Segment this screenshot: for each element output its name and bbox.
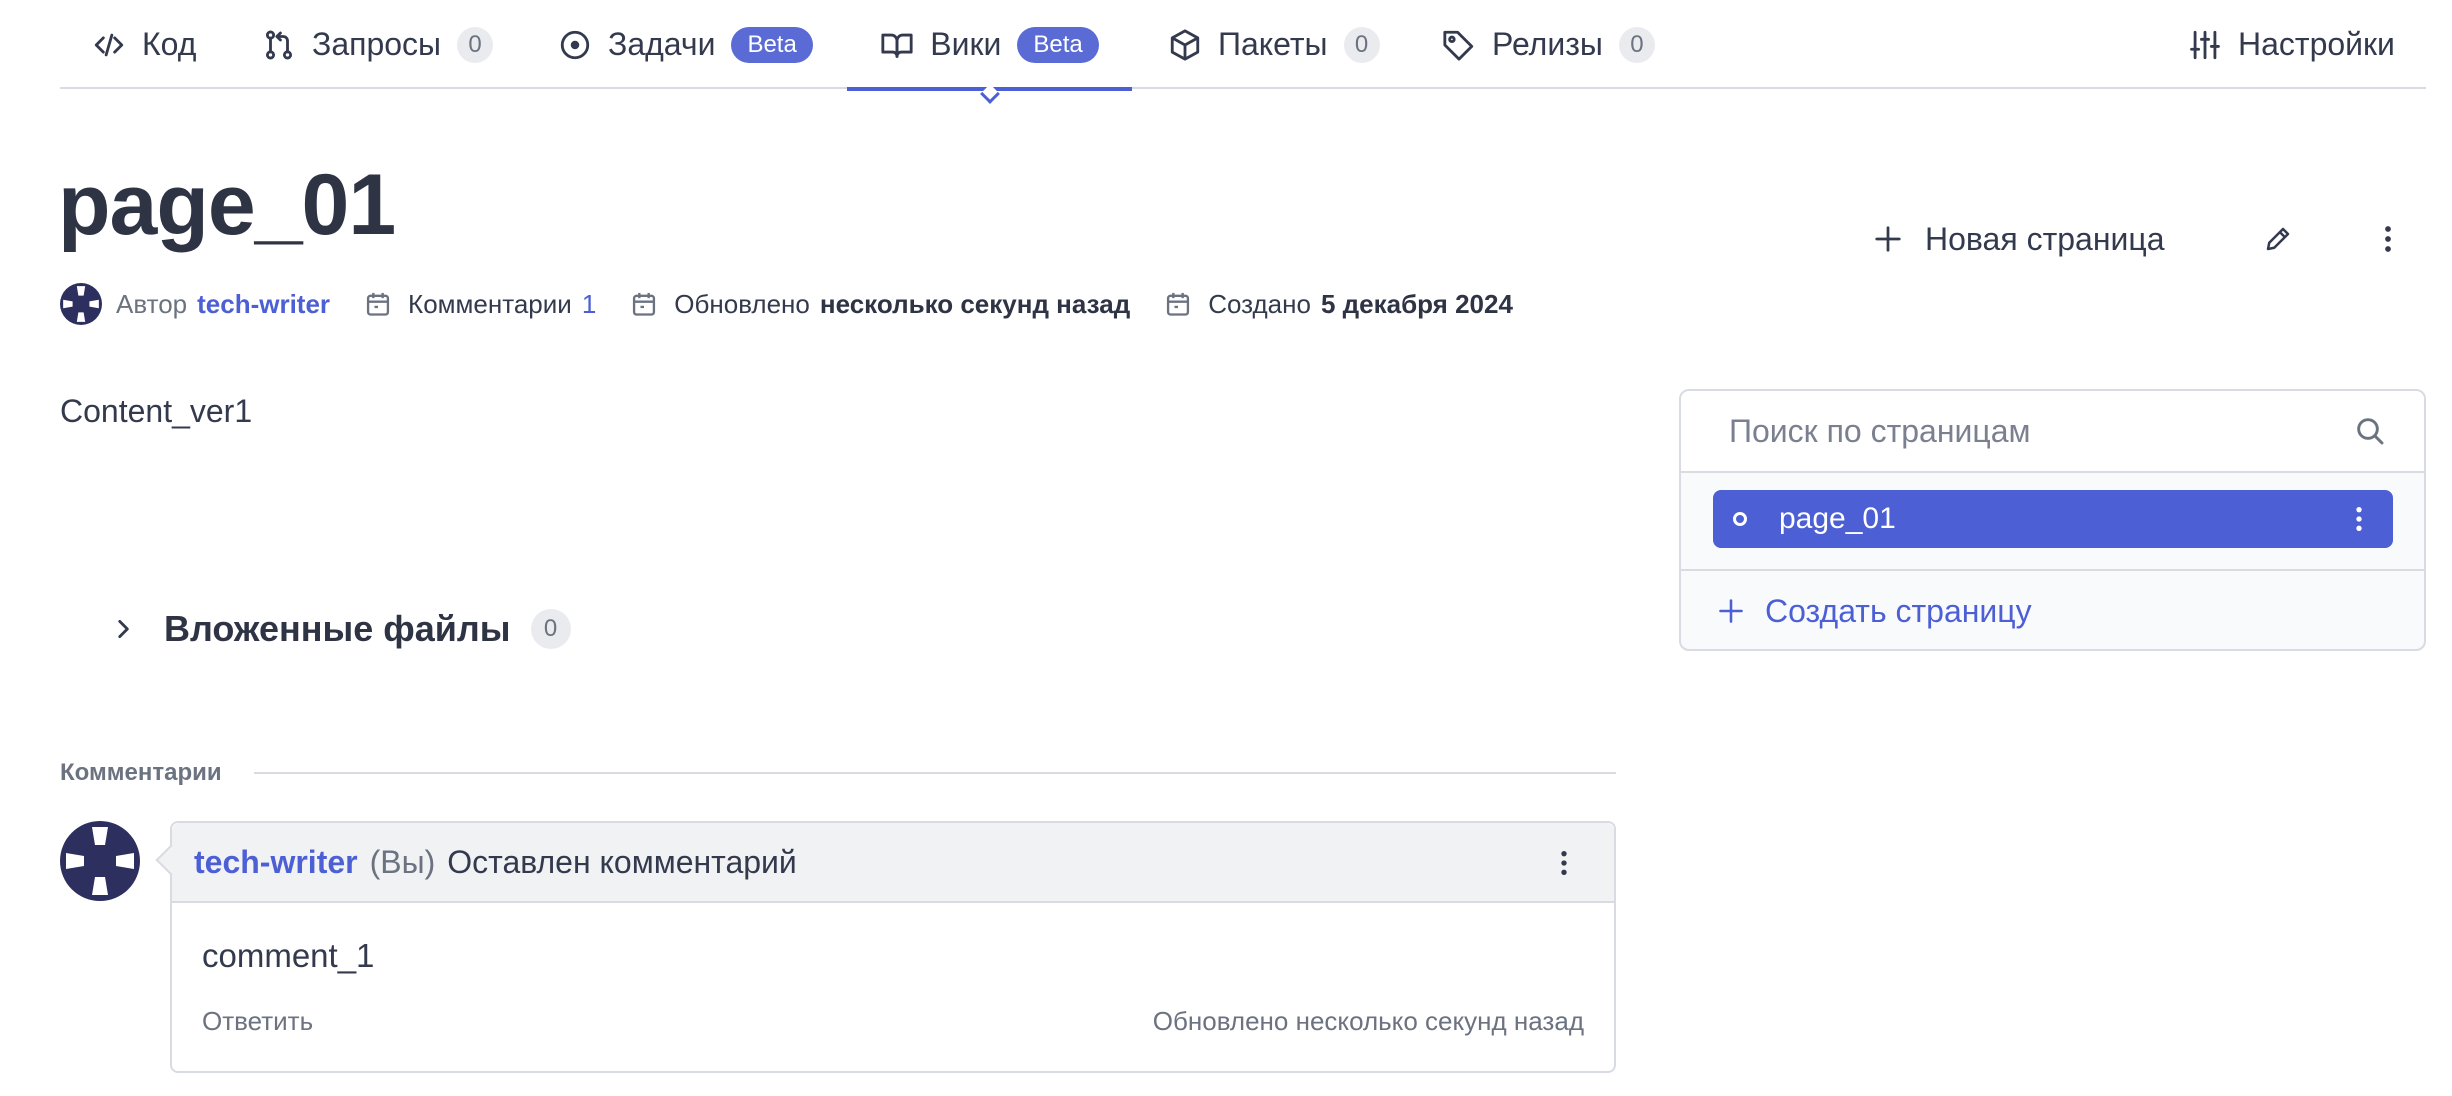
pull-requests-count-badge: 0 bbox=[457, 26, 494, 63]
sidebar-page-item[interactable]: page_01 bbox=[1713, 490, 2393, 548]
tab-pull-requests[interactable]: Запросы 0 bbox=[262, 0, 494, 89]
page-actions: Новая страница bbox=[0, 215, 2452, 263]
book-icon bbox=[881, 33, 913, 58]
tab-settings[interactable]: Настройки bbox=[2188, 0, 2395, 89]
tab-pull-requests-label: Запросы bbox=[312, 26, 442, 62]
author-label: Автор bbox=[116, 288, 188, 319]
author-avatar bbox=[60, 283, 102, 325]
sidebar-page-label: page_01 bbox=[1779, 502, 1896, 535]
comments-section-header: Комментарии bbox=[60, 757, 1616, 789]
calendar-icon bbox=[633, 292, 656, 316]
author-link[interactable]: tech-writer bbox=[197, 289, 330, 320]
updated-value: несколько секунд назад bbox=[819, 288, 1131, 319]
created-label: Создано bbox=[1208, 288, 1311, 319]
plus-icon bbox=[1875, 226, 1901, 252]
comment-menu-button[interactable] bbox=[1544, 843, 1584, 883]
wiki-sidebar: page_01 Создать страницу bbox=[1679, 389, 2426, 651]
comments-section-title: Комментарии bbox=[60, 759, 222, 786]
comment-body: comment_1 bbox=[202, 937, 375, 974]
updated-label: Обновлено bbox=[674, 288, 810, 319]
comment-updated-text: Обновлено несколько секунд назад bbox=[1152, 1006, 1584, 1036]
tab-code-label: Код bbox=[142, 26, 197, 62]
issues-beta-badge: Beta bbox=[731, 26, 813, 63]
tab-packages-label: Пакеты bbox=[1218, 26, 1328, 62]
packages-count-badge: 0 bbox=[1343, 26, 1380, 63]
page-more-button[interactable] bbox=[2368, 219, 2408, 259]
reply-link[interactable]: Ответить bbox=[202, 1006, 313, 1037]
divider bbox=[253, 772, 1616, 774]
comment-header: tech-writer (Вы) Оставлен комментарий bbox=[172, 823, 1614, 903]
comments-count-link[interactable]: 1 bbox=[582, 289, 596, 320]
page-content: Content_ver1 bbox=[60, 393, 253, 429]
tab-releases[interactable]: Релизы 0 bbox=[1442, 0, 1655, 89]
new-page-label: Новая страница bbox=[1925, 220, 2165, 257]
tab-packages[interactable]: Пакеты 0 bbox=[1168, 0, 1380, 89]
sidebar-page-menu-button[interactable] bbox=[2339, 499, 2379, 539]
calendar-icon bbox=[366, 292, 390, 316]
attachments-count-badge: 0 bbox=[530, 609, 571, 649]
create-page-button[interactable]: Создать страницу bbox=[1717, 571, 2032, 649]
issue-circle-icon bbox=[560, 30, 590, 59]
tab-wiki[interactable]: Вики Beta bbox=[847, 0, 1132, 104]
more-vertical-icon bbox=[2385, 226, 2391, 252]
created-value: 5 декабря 2024 bbox=[1320, 288, 1513, 319]
commenter-avatar bbox=[60, 821, 140, 901]
tab-releases-label: Релизы bbox=[1492, 26, 1603, 62]
package-icon bbox=[1170, 28, 1200, 61]
page-meta: Автор tech-writer Комментарии 1 Обновлен… bbox=[60, 282, 1513, 326]
more-vertical-icon bbox=[2356, 506, 2362, 532]
pencil-icon bbox=[2266, 227, 2290, 251]
repo-tabs: Код Запросы 0 Задачи Beta Вики Beta Паке… bbox=[60, 0, 2426, 104]
comment-action-text: Оставлен комментарий bbox=[447, 843, 797, 880]
attachments-toggle[interactable]: Вложенные файлы 0 bbox=[110, 604, 571, 654]
edit-page-button[interactable] bbox=[2258, 219, 2298, 259]
create-page-label: Создать страницу bbox=[1765, 592, 2032, 629]
comments-meta-label: Комментарии bbox=[408, 288, 572, 319]
search-icon[interactable] bbox=[2354, 415, 2386, 447]
code-icon bbox=[94, 33, 124, 56]
comment-footer: Ответить Обновлено несколько секунд наза… bbox=[202, 1006, 1584, 1037]
comment-you-label: (Вы) bbox=[369, 843, 436, 880]
new-page-button[interactable]: Новая страница bbox=[1873, 215, 2164, 263]
comment-author-link[interactable]: tech-writer bbox=[194, 844, 358, 881]
page-search bbox=[1681, 391, 2424, 473]
chevron-right-icon bbox=[118, 620, 129, 638]
page-dot-icon bbox=[1733, 512, 1747, 526]
tab-issues-label: Задачи bbox=[608, 26, 716, 62]
page-search-input[interactable] bbox=[1681, 391, 2424, 471]
tab-issues[interactable]: Задачи Beta bbox=[558, 0, 813, 89]
attachments-title: Вложенные файлы bbox=[164, 608, 511, 649]
more-vertical-icon bbox=[1561, 850, 1567, 876]
tab-code[interactable]: Код bbox=[92, 0, 196, 89]
releases-count-badge: 0 bbox=[1618, 26, 1655, 63]
calendar-icon bbox=[1167, 292, 1190, 316]
sliders-icon bbox=[2190, 30, 2220, 59]
plus-icon bbox=[1719, 599, 1743, 623]
tab-wiki-label: Вики bbox=[930, 26, 1002, 62]
pull-request-icon bbox=[265, 30, 293, 59]
tab-settings-label: Настройки bbox=[2238, 26, 2395, 62]
comment-card: tech-writer (Вы) Оставлен комментарий co… bbox=[155, 821, 1616, 1073]
wiki-beta-badge: Beta bbox=[1017, 26, 1099, 63]
tag-icon bbox=[1443, 30, 1474, 61]
